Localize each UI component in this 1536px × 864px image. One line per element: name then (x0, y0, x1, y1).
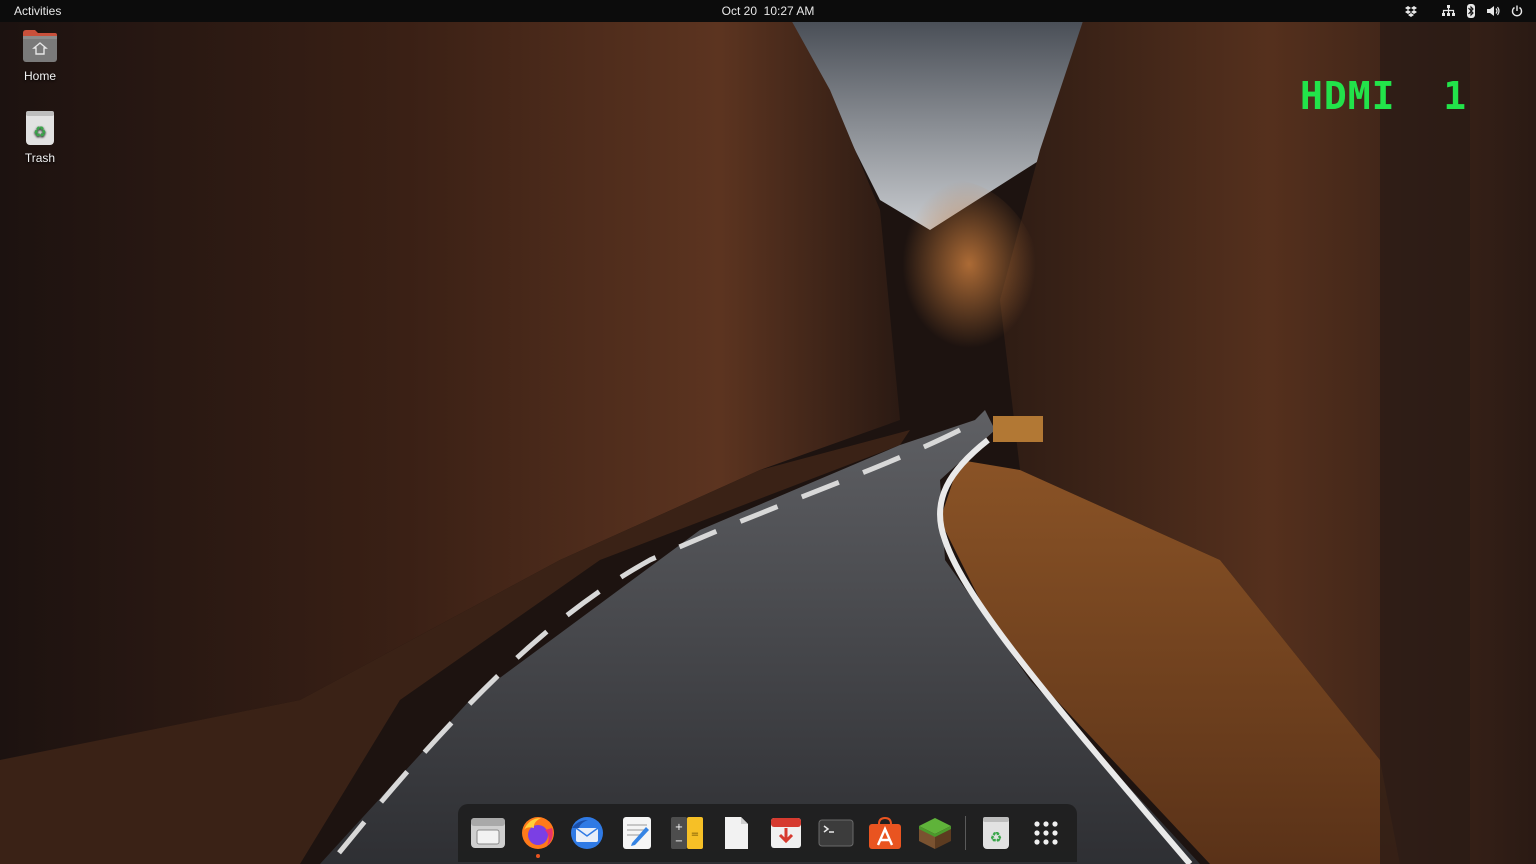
firefox-icon[interactable] (519, 814, 557, 858)
top-bar: Activities Oct 20 10:27 AM (0, 0, 1536, 22)
software-updater-icon[interactable] (767, 814, 805, 852)
trash-icon: ♻ (21, 109, 59, 147)
desktop-icon-trash[interactable]: ♻ Trash (5, 109, 75, 165)
document-viewer-icon[interactable] (717, 814, 755, 852)
bluetooth-icon[interactable] (1464, 4, 1478, 18)
date-time-button[interactable]: Oct 20 10:27 AM (722, 4, 815, 18)
home-folder-icon (21, 27, 59, 65)
dock: + − = ♻ (458, 804, 1077, 862)
app-center-icon[interactable] (866, 814, 904, 852)
text-editor-icon[interactable] (618, 814, 656, 852)
desktop-icon-home[interactable]: Home (5, 27, 75, 83)
svg-text:+: + (675, 822, 683, 833)
svg-text:♻: ♻ (990, 830, 1003, 846)
clock: Oct 20 10:27 AM (0, 4, 1536, 18)
volume-icon[interactable] (1487, 4, 1501, 18)
calculator-icon[interactable]: + − = (668, 814, 706, 852)
svg-text:=: = (691, 829, 699, 840)
hdmi-input-overlay: HDMI 1 (1300, 74, 1468, 118)
running-indicator (536, 854, 540, 858)
desktop-icon-label: Trash (24, 151, 56, 165)
system-tray (1404, 3, 1524, 19)
terminal-icon[interactable] (817, 814, 855, 852)
desktop-icon-label: Home (23, 69, 56, 83)
minecraft-icon[interactable] (916, 814, 954, 852)
svg-text:♻: ♻ (33, 123, 46, 141)
show-apps-grid-icon[interactable] (1027, 814, 1065, 852)
dock-separator (965, 816, 966, 850)
power-icon[interactable] (1510, 4, 1524, 18)
dropbox-icon[interactable] (1404, 4, 1418, 18)
thunderbird-icon[interactable] (568, 814, 606, 852)
desktop-wallpaper (0, 0, 1536, 864)
network-icon[interactable] (1441, 4, 1455, 18)
files-icon[interactable] (469, 814, 507, 852)
trash-icon[interactable]: ♻ (977, 814, 1015, 852)
svg-text:−: − (675, 836, 683, 847)
activities-button[interactable]: Activities (14, 4, 61, 18)
